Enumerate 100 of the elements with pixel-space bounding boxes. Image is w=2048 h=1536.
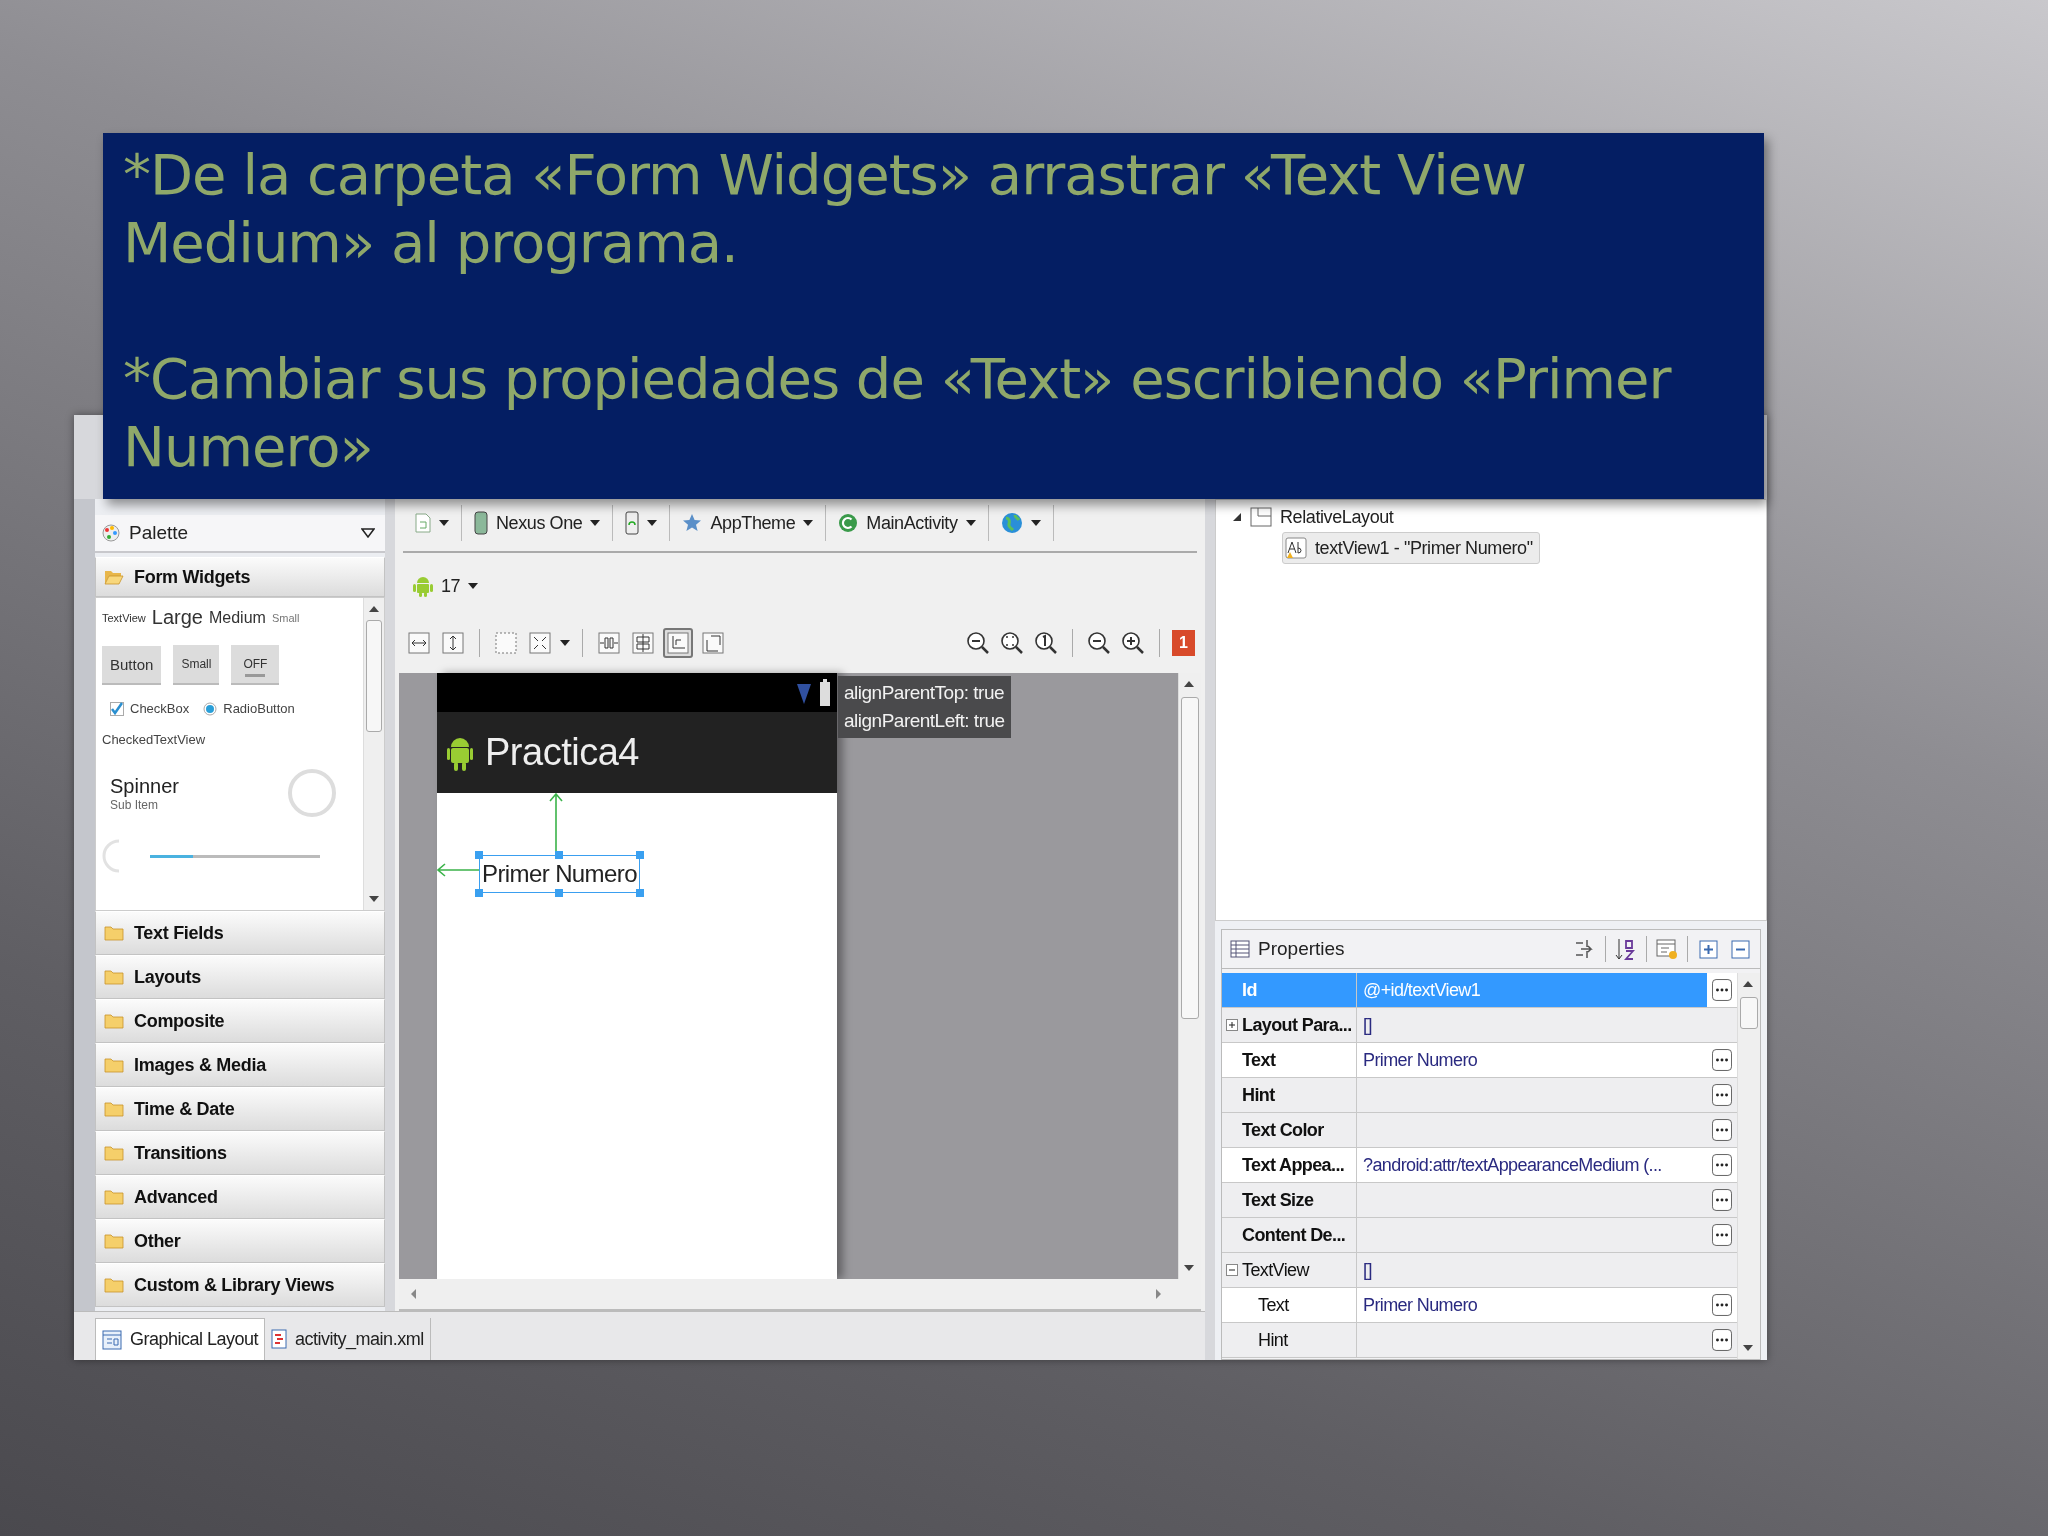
button-sample[interactable]: Button bbox=[102, 645, 162, 685]
anchor-icon bbox=[667, 632, 689, 654]
property-row[interactable]: TextView [] bbox=[1222, 1253, 1737, 1288]
more-icon[interactable] bbox=[1712, 1083, 1732, 1107]
editor-tab[interactable]: Graphical Layout bbox=[95, 1318, 266, 1360]
palette-folder[interactable]: Text Fields bbox=[95, 911, 385, 955]
expand-all-icon[interactable] bbox=[1696, 937, 1720, 961]
palette-folder[interactable]: Form Widgets bbox=[95, 557, 385, 597]
layout-tool-button[interactable] bbox=[405, 629, 433, 657]
constraint-arrow bbox=[437, 863, 479, 877]
folder-icon bbox=[104, 1013, 124, 1029]
device-dropdown[interactable]: Nexus One bbox=[462, 505, 614, 541]
zoom-fit-icon[interactable] bbox=[966, 631, 991, 655]
error-count-badge[interactable]: 1 bbox=[1172, 630, 1195, 656]
clip-icon bbox=[702, 632, 724, 654]
palette-folder[interactable]: Composite bbox=[95, 999, 385, 1043]
document-icon bbox=[415, 513, 431, 533]
zoom-full-icon[interactable] bbox=[1000, 631, 1025, 655]
text-view-sample[interactable]: TextView bbox=[102, 611, 146, 624]
property-row[interactable]: Text Size bbox=[1222, 1183, 1737, 1218]
button-sample[interactable]: Small bbox=[173, 645, 220, 685]
text-view-sample[interactable]: Medium bbox=[209, 608, 266, 627]
theme-dropdown[interactable]: AppTheme bbox=[670, 505, 827, 541]
expander-icon[interactable] bbox=[1226, 1264, 1238, 1276]
activity-dropdown[interactable]: MainActivity bbox=[826, 505, 989, 541]
api-level-dropdown[interactable]: 17 bbox=[401, 568, 491, 604]
more-icon[interactable] bbox=[1712, 1048, 1732, 1072]
palette-folder[interactable]: Transitions bbox=[95, 1131, 385, 1175]
checked-text-view-sample[interactable]: CheckedTextView bbox=[102, 732, 206, 747]
more-icon[interactable] bbox=[1712, 1153, 1732, 1177]
zoom-in-icon[interactable] bbox=[1121, 631, 1146, 655]
more-icon[interactable] bbox=[1712, 1293, 1732, 1317]
more-icon[interactable] bbox=[1712, 1188, 1732, 1212]
property-row[interactable]: Text Color bbox=[1222, 1113, 1737, 1148]
zoom-actual-icon[interactable] bbox=[1034, 631, 1059, 655]
property-name: Text Color bbox=[1242, 1119, 1324, 1141]
folder-label: Advanced bbox=[134, 1186, 218, 1208]
palette-folder[interactable]: Layouts bbox=[95, 955, 385, 999]
outline-item[interactable]: RelativeLayout bbox=[1280, 506, 1394, 528]
property-name: TextView bbox=[1242, 1259, 1309, 1281]
palette-title: Palette bbox=[129, 522, 190, 544]
checkbox[interactable] bbox=[110, 701, 124, 716]
palette-folder[interactable]: Other bbox=[95, 1219, 385, 1263]
defaults-icon[interactable] bbox=[1655, 937, 1679, 961]
expanded-triangle-icon[interactable] bbox=[1232, 512, 1242, 522]
property-row[interactable]: Layout Para... [] bbox=[1222, 1008, 1737, 1043]
folder-label: Images & Media bbox=[134, 1054, 266, 1076]
palette-folder[interactable]: Time & Date bbox=[95, 1087, 385, 1131]
property-name: Content De... bbox=[1242, 1224, 1346, 1246]
property-row[interactable]: Text Appea... ?android:attr/textAppearanceMedium (... bbox=[1222, 1148, 1737, 1183]
property-row[interactable]: Hint bbox=[1222, 1323, 1737, 1358]
columns-icon bbox=[598, 632, 620, 654]
palette-folder[interactable]: Advanced bbox=[95, 1175, 385, 1219]
layout-tool-button[interactable] bbox=[699, 629, 727, 657]
text-view-sample[interactable]: Small bbox=[271, 611, 300, 624]
property-name: Text bbox=[1258, 1294, 1289, 1316]
toggle-button-sample[interactable]: OFF bbox=[231, 645, 280, 685]
tooltip-line: alignParentLeft: true bbox=[844, 710, 1005, 732]
text-view-icon bbox=[1285, 537, 1307, 559]
caret-icon bbox=[590, 520, 601, 526]
spinner-sample[interactable]: Spinner bbox=[110, 774, 179, 798]
instruction-text: *Cambiar sus propiedades de «Text» escribiendo «Primer Numero» bbox=[123, 345, 1673, 481]
property-row[interactable]: Content De... bbox=[1222, 1218, 1737, 1253]
palette-folder[interactable]: Images & Media bbox=[95, 1043, 385, 1087]
battery-icon bbox=[819, 678, 831, 707]
property-row[interactable]: Hint bbox=[1222, 1078, 1737, 1113]
folder-label: Transitions bbox=[134, 1142, 227, 1164]
more-icon[interactable] bbox=[1712, 1223, 1732, 1247]
layout-tool-button[interactable] bbox=[439, 629, 467, 657]
folder-label: Form Widgets bbox=[134, 566, 251, 588]
layout-tool-button[interactable] bbox=[595, 629, 623, 657]
property-row[interactable]: Text Primer Numero bbox=[1222, 1043, 1737, 1078]
layout-tool-button[interactable] bbox=[526, 629, 554, 657]
property-value: [] bbox=[1363, 1014, 1372, 1036]
zoom-out-icon[interactable] bbox=[1087, 631, 1112, 655]
property-value: ?android:attr/textAppearanceMedium (... bbox=[1363, 1154, 1662, 1176]
scrollbar[interactable] bbox=[1737, 973, 1760, 1359]
instruction-text: *De la carpeta «Form Widgets» arrastrar «Text View Medium» al programa. bbox=[123, 141, 1527, 277]
caret-icon bbox=[965, 520, 976, 526]
seek-bar[interactable] bbox=[150, 854, 320, 858]
expander-icon[interactable] bbox=[1226, 1019, 1238, 1031]
layout-tool-button[interactable] bbox=[629, 629, 657, 657]
more-icon[interactable] bbox=[1712, 978, 1732, 1002]
text-view-sample[interactable]: Large bbox=[151, 606, 203, 629]
collapse-all-icon[interactable] bbox=[1728, 937, 1752, 961]
palette-folder[interactable]: Custom & Library Views bbox=[95, 1263, 385, 1307]
layout-tool-button[interactable] bbox=[663, 628, 693, 658]
property-row[interactable]: Text Primer Numero bbox=[1222, 1288, 1737, 1323]
scrollbar[interactable] bbox=[363, 598, 384, 910]
caret-icon[interactable] bbox=[560, 640, 570, 646]
property-name: Hint bbox=[1258, 1329, 1288, 1351]
outline-item[interactable]: textView1 - "Primer Numero" bbox=[1282, 532, 1540, 564]
more-icon[interactable] bbox=[1712, 1328, 1732, 1352]
property-name: Text Size bbox=[1242, 1189, 1314, 1211]
dropdown-triangle-icon[interactable] bbox=[361, 528, 375, 538]
tooltip-line: alignParentTop: true bbox=[844, 682, 1005, 704]
radio-button[interactable] bbox=[203, 701, 218, 716]
more-icon[interactable] bbox=[1712, 1118, 1732, 1142]
dotted-frame-icon bbox=[495, 632, 517, 654]
sort-icon[interactable] bbox=[1614, 937, 1638, 961]
